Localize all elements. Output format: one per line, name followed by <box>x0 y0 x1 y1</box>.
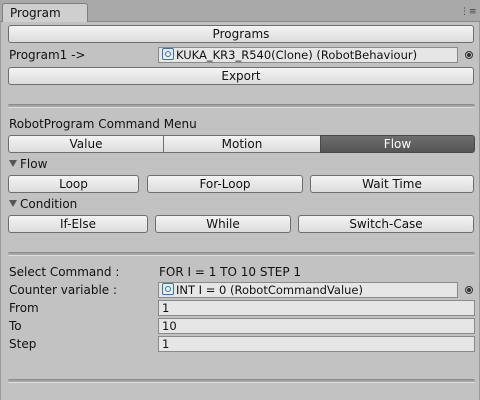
object-picker-icon[interactable] <box>465 51 473 59</box>
loop-button[interactable]: Loop <box>8 175 139 193</box>
from-label: From <box>9 301 39 315</box>
counter-variable-field[interactable]: INT I = 0 (RobotCommandValue) <box>158 282 458 298</box>
program-label: Program1 -> <box>9 48 86 62</box>
to-label: To <box>9 319 22 333</box>
program-object-field[interactable]: KUKA_KR3_R540(Clone) (RobotBehaviour) <box>158 47 458 63</box>
script-object-icon <box>162 283 174 295</box>
while-button[interactable]: While <box>155 215 291 233</box>
condition-foldout-label[interactable]: Condition <box>20 197 77 211</box>
for-loop-button[interactable]: For-Loop <box>147 175 303 193</box>
script-object-icon <box>162 48 174 60</box>
tab-motion[interactable]: Motion <box>163 135 321 153</box>
from-input[interactable]: 1 <box>158 300 475 316</box>
program-window: Program ⋮≡ Programs Program1 -> KUKA_KR3… <box>0 0 480 400</box>
section-divider <box>8 252 475 256</box>
counter-variable-label: Counter variable : <box>9 283 118 297</box>
inspector-content: Programs Program1 -> KUKA_KR3_R540(Clone… <box>0 22 480 400</box>
if-else-button[interactable]: If-Else <box>8 215 148 233</box>
select-command-value: FOR I = 1 TO 10 STEP 1 <box>159 265 302 279</box>
command-menu-title: RobotProgram Command Menu <box>9 117 197 131</box>
to-input[interactable]: 10 <box>158 318 475 334</box>
tab-program[interactable]: Program <box>2 3 88 22</box>
flow-foldout-arrow-icon[interactable] <box>9 160 17 167</box>
tab-flow[interactable]: Flow <box>320 135 475 153</box>
program-object-value: KUKA_KR3_R540(Clone) (RobotBehaviour) <box>176 48 418 62</box>
tab-bar: Program ⋮≡ <box>0 0 480 22</box>
counter-variable-value: INT I = 0 (RobotCommandValue) <box>176 283 363 297</box>
object-picker-icon[interactable] <box>465 286 473 294</box>
condition-foldout-arrow-icon[interactable] <box>9 200 17 207</box>
panel-menu-icon[interactable]: ⋮≡ <box>460 7 477 17</box>
switch-case-button[interactable]: Switch-Case <box>298 215 474 233</box>
programs-button[interactable]: Programs <box>8 25 474 43</box>
step-input[interactable]: 1 <box>158 336 475 352</box>
section-divider <box>8 104 475 108</box>
step-label: Step <box>9 337 37 351</box>
wait-time-button[interactable]: Wait Time <box>310 175 474 193</box>
section-divider <box>8 379 475 383</box>
flow-foldout-label[interactable]: Flow <box>20 157 47 171</box>
export-button[interactable]: Export <box>8 67 474 85</box>
select-command-label: Select Command : <box>9 265 120 279</box>
tab-value[interactable]: Value <box>8 135 164 153</box>
